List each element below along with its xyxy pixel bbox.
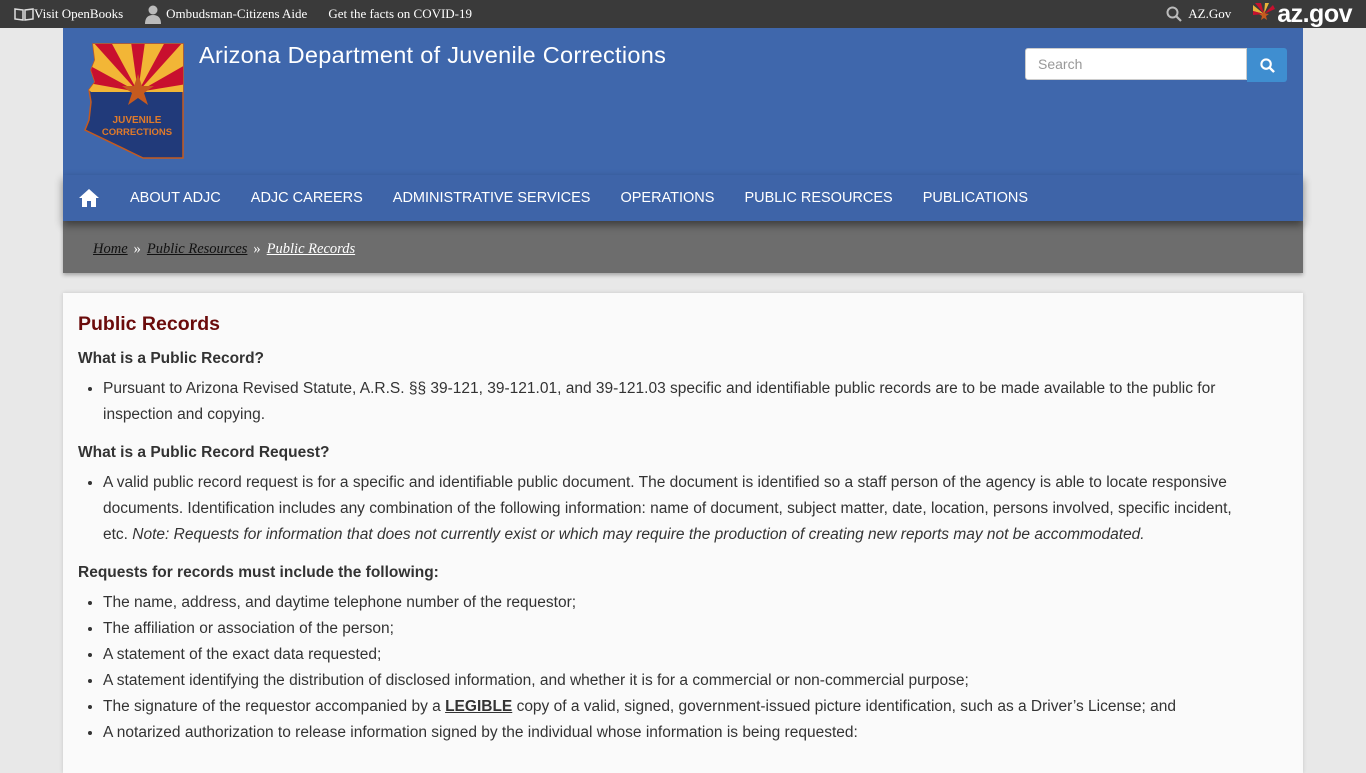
search-button[interactable] xyxy=(1247,48,1287,82)
breadcrumb: Home » Public Resources » Public Records xyxy=(63,221,1303,273)
nav-about-adjc[interactable]: ABOUT ADJC xyxy=(130,190,221,206)
arizona-flag-icon xyxy=(1253,3,1276,25)
list-item: A statement identifying the distribution… xyxy=(103,668,1253,694)
site-title[interactable]: Arizona Department of Juvenile Correctio… xyxy=(199,42,666,69)
covid-label: Get the facts on COVID-19 xyxy=(328,6,473,21)
main-nav: ABOUT ADJC ADJC CAREERS ADMINISTRATIVE S… xyxy=(63,175,1303,221)
covid-link[interactable]: Get the facts on COVID-19 xyxy=(328,6,472,22)
azgov-logo-text: az.gov xyxy=(1277,0,1352,28)
list-item: The affiliation or association of the pe… xyxy=(103,616,1253,642)
agency-logo[interactable]: JUVENILE CORRECTIONS xyxy=(83,42,187,160)
requirements-list: The name, address, and daytime telephone… xyxy=(78,590,1253,746)
list-item: A statement of the exact data requested; xyxy=(103,642,1253,668)
list-item: The signature of the requestor accompani… xyxy=(103,694,1253,720)
signature-requirement-text-cont: copy of a valid, signed, government-issu… xyxy=(516,698,1176,715)
search-icon xyxy=(1166,6,1183,22)
breadcrumb-separator: » xyxy=(253,241,261,257)
nav-public-resources[interactable]: PUBLIC RESOURCES xyxy=(744,190,892,206)
azgov-search-link[interactable]: AZ.Gov xyxy=(1166,6,1231,22)
nav-publications[interactable]: PUBLICATIONS xyxy=(923,190,1028,206)
list-item: A notarized authorization to release inf… xyxy=(103,720,1253,746)
search-input[interactable] xyxy=(1025,48,1247,80)
list-item: The name, address, and daytime telephone… xyxy=(103,590,1253,616)
nav-adjc-careers[interactable]: ADJC CAREERS xyxy=(251,190,363,206)
search-form xyxy=(1025,48,1287,82)
breadcrumb-public-records[interactable]: Public Records xyxy=(267,241,355,257)
nav-administrative-services[interactable]: ADMINISTRATIVE SERVICES xyxy=(393,190,591,206)
search-icon xyxy=(1259,57,1275,73)
openbooks-link[interactable]: Visit OpenBooks xyxy=(14,6,123,22)
section-heading-requirements: Requests for records must include the fo… xyxy=(78,564,439,581)
breadcrumb-separator: » xyxy=(133,241,141,257)
section-heading-what-is-request: What is a Public Record Request? xyxy=(78,444,330,461)
ombudsman-label: Ombudsman-Citizens Aide xyxy=(166,6,308,21)
breadcrumb-home[interactable]: Home xyxy=(93,241,128,257)
breadcrumb-public-resources[interactable]: Public Resources xyxy=(147,241,248,257)
home-nav-button[interactable] xyxy=(63,188,115,208)
legible-emphasis: LEGIBLE xyxy=(445,698,513,715)
list-item: Pursuant to Arizona Revised Statute, A.R… xyxy=(103,376,1253,428)
logo-text-corrections: CORRECTIONS xyxy=(102,127,172,138)
ombudsman-link[interactable]: Ombudsman-Citizens Aide xyxy=(144,4,307,24)
signature-requirement-text: The signature of the requestor accompani… xyxy=(103,698,441,715)
azgov-link-label: AZ.Gov xyxy=(1188,6,1232,21)
record-definition-list: Pursuant to Arizona Revised Statute, A.R… xyxy=(78,376,1253,428)
openbooks-label: Visit OpenBooks xyxy=(34,6,124,21)
site-header: JUVENILE CORRECTIONS Arizona Department … xyxy=(63,28,1303,175)
page-title: Public Records xyxy=(78,313,220,335)
person-icon xyxy=(144,4,162,24)
top-utility-bar: Visit OpenBooks Ombudsman-Citizens Aide … xyxy=(0,0,1366,28)
book-icon xyxy=(14,7,34,21)
list-item: A valid public record request is for a s… xyxy=(103,470,1253,548)
section-heading-what-is-record: What is a Public Record? xyxy=(78,350,265,367)
home-icon xyxy=(78,188,100,208)
request-definition-list: A valid public record request is for a s… xyxy=(78,470,1253,548)
logo-text-juvenile: JUVENILE xyxy=(113,115,162,126)
main-content: Public Records What is a Public Record? … xyxy=(63,293,1303,773)
azgov-logo[interactable]: az.gov xyxy=(1253,0,1352,29)
request-note: Note: Requests for information that does… xyxy=(132,526,1145,543)
nav-operations[interactable]: OPERATIONS xyxy=(620,190,714,206)
